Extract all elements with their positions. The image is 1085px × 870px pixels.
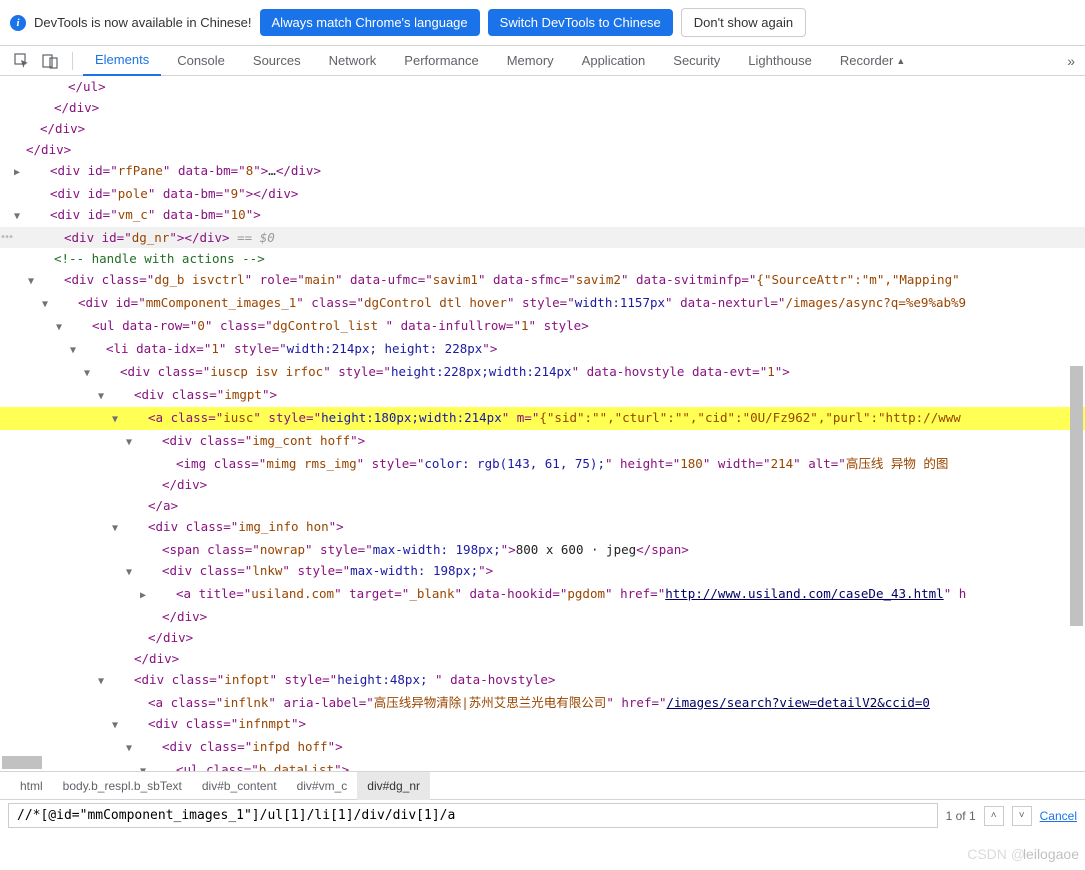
switch-devtools-button[interactable]: Switch DevTools to Chinese xyxy=(488,9,673,36)
device-toolbar-icon[interactable] xyxy=(38,49,62,73)
devtools-tabbar: Elements Console Sources Network Perform… xyxy=(0,46,1085,76)
tab-performance[interactable]: Performance xyxy=(392,46,490,76)
tab-security[interactable]: Security xyxy=(661,46,732,76)
watermark: CSDN @ xyxy=(967,846,1025,862)
watermark: leilogaoe xyxy=(1023,846,1079,862)
crumb-dg-nr[interactable]: div#dg_nr xyxy=(357,772,430,800)
info-icon: i xyxy=(10,15,26,31)
tab-memory[interactable]: Memory xyxy=(495,46,566,76)
dom-tree[interactable]: </ul> </div> </div> </div> ▶<div id="rfP… xyxy=(0,76,1085,771)
prev-result-button[interactable]: ˄ xyxy=(984,806,1004,826)
search-result-count: 1 of 1 xyxy=(946,809,976,823)
dont-show-again-button[interactable]: Don't show again xyxy=(681,8,806,37)
tab-network[interactable]: Network xyxy=(317,46,389,76)
tab-recorder[interactable]: Recorder▲ xyxy=(828,46,918,76)
cancel-search-button[interactable]: Cancel xyxy=(1040,809,1077,823)
search-input[interactable] xyxy=(8,803,938,828)
next-result-button[interactable]: ˅ xyxy=(1012,806,1032,826)
always-match-button[interactable]: Always match Chrome's language xyxy=(260,9,480,36)
highlighted-node[interactable]: ▼<a class="iusc" style="height:180px;wid… xyxy=(0,407,1085,430)
crumb-html[interactable]: html xyxy=(10,772,53,800)
crumb-body[interactable]: body.b_respl.b_sbText xyxy=(53,772,192,800)
tab-sources[interactable]: Sources xyxy=(241,46,313,76)
separator xyxy=(72,52,73,70)
search-bar: 1 of 1 ˄ ˅ Cancel xyxy=(0,799,1085,831)
selected-node[interactable]: <div id="dg_nr"></div> == $0 xyxy=(0,227,1085,248)
tab-console[interactable]: Console xyxy=(165,46,237,76)
crumb-vm-c[interactable]: div#vm_c xyxy=(287,772,358,800)
tab-elements[interactable]: Elements xyxy=(83,46,161,76)
crumb-b-content[interactable]: div#b_content xyxy=(192,772,287,800)
tab-application[interactable]: Application xyxy=(570,46,658,76)
gutter-dots-icon: ••• xyxy=(0,227,12,248)
horizontal-scrollbar[interactable] xyxy=(0,754,1068,771)
tab-lighthouse[interactable]: Lighthouse xyxy=(736,46,824,76)
breadcrumb: html body.b_respl.b_sbText div#b_content… xyxy=(0,771,1085,799)
inspect-element-icon[interactable] xyxy=(10,49,34,73)
infobar: i DevTools is now available in Chinese! … xyxy=(0,0,1085,46)
vertical-scrollbar[interactable] xyxy=(1068,66,1085,761)
infobar-text: DevTools is now available in Chinese! xyxy=(34,15,252,30)
